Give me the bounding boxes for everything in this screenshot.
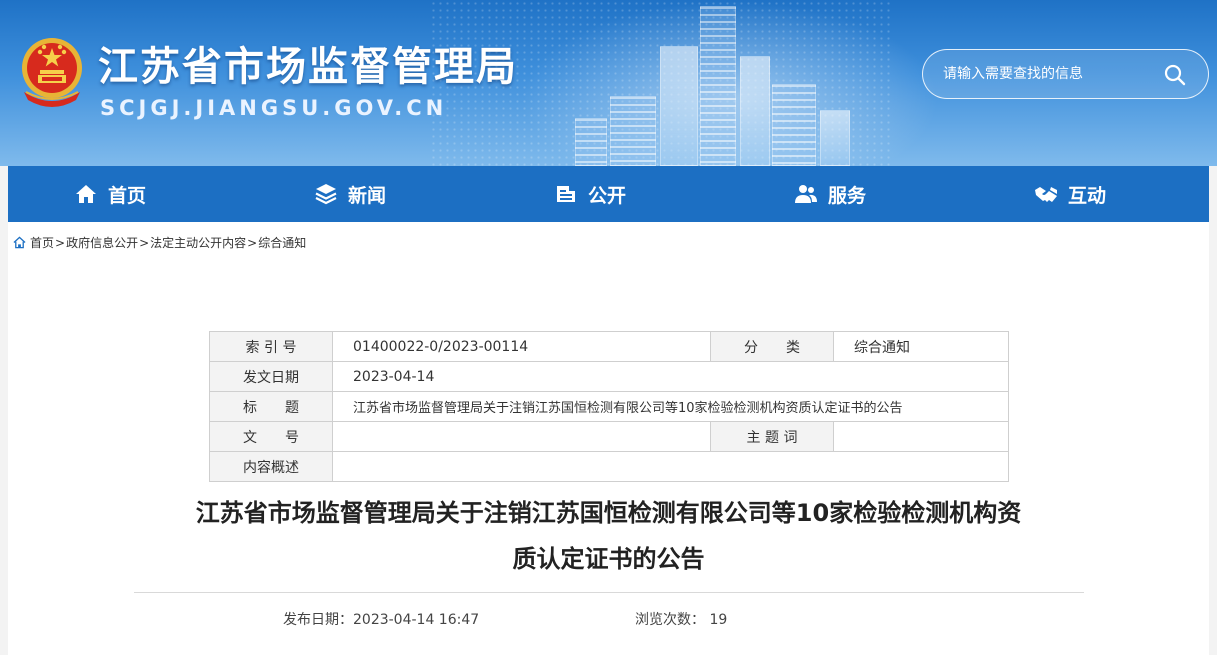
users-icon <box>795 185 817 203</box>
title-label: 标 题 <box>209 391 333 422</box>
layers-icon <box>315 184 337 205</box>
category-label: 分 类 <box>710 331 834 362</box>
table-row: 发文日期 2023-04-14 <box>209 361 1009 392</box>
nav-item-interaction[interactable]: 互动 <box>1034 166 1106 222</box>
disclosure-icon <box>557 186 575 202</box>
publish-date-value: 2023-04-14 16:47 <box>353 612 480 628</box>
search-icon[interactable] <box>1163 63 1187 87</box>
nav-item-home[interactable]: 首页 <box>74 166 146 222</box>
table-row: 文 号 主 题 词 <box>209 421 1009 452</box>
document-meta-table: 索 引 号 01400022-0/2023-00114 分 类 综合通知 发文日… <box>209 331 1009 482</box>
table-row: 内容概述 <box>209 451 1009 482</box>
view-count: 浏览次数： 19 <box>635 609 727 629</box>
table-row: 索 引 号 01400022-0/2023-00114 分 类 综合通知 <box>209 331 1009 362</box>
date-label: 发文日期 <box>209 361 333 392</box>
nav-item-label: 首页 <box>108 184 147 207</box>
breadcrumb-home[interactable]: 首页 <box>30 234 54 251</box>
article-title-line: 质认定证书的公告 <box>512 545 705 573</box>
site-domain: SCJGJ.JIANGSU.GOV.CN <box>100 96 448 120</box>
header-building <box>660 46 698 166</box>
article-title-line: 江苏省市场监督管理局关于注销江苏国恒检测有限公司等10家检验检测机构资 <box>195 499 1022 527</box>
publish-date: 发布日期：2023-04-14 16:47 <box>283 609 479 629</box>
breadcrumb-separator: > <box>55 235 66 250</box>
breadcrumb-gov-info[interactable]: 政府信息公开 <box>66 234 138 251</box>
keywords-value <box>833 421 1009 452</box>
national-emblem-icon <box>22 38 82 107</box>
nav-item-news[interactable]: 新闻 <box>314 166 386 222</box>
header-building <box>575 118 607 166</box>
doc-number-value <box>332 421 711 452</box>
breadcrumb-statutory-content[interactable]: 法定主动公开内容 <box>150 234 246 251</box>
home-icon <box>76 185 96 203</box>
nav-item-label: 服务 <box>828 184 867 207</box>
home-icon <box>13 236 26 249</box>
site-header: 江苏省市场监督管理局 SCJGJ.JIANGSU.GOV.CN <box>0 0 1217 166</box>
date-value: 2023-04-14 <box>332 361 1009 392</box>
breadcrumb-general-notice[interactable]: 综合通知 <box>258 234 306 251</box>
header-building <box>610 96 656 166</box>
category-value: 综合通知 <box>833 331 1009 362</box>
search-input[interactable] <box>943 62 1143 86</box>
nav-item-disclosure[interactable]: 公开 <box>554 166 626 222</box>
main-nav: 首页 新闻 公开 服务 互动 <box>8 166 1209 222</box>
nav-item-label: 公开 <box>588 184 627 207</box>
header-building <box>740 56 770 166</box>
publish-date-label: 发布日期： <box>283 612 353 628</box>
handshake-icon <box>1035 187 1057 202</box>
site-title: 江苏省市场监督管理局 <box>98 44 518 90</box>
article-title: 江苏省市场监督管理局关于注销江苏国恒检测有限公司等10家检验检测机构资 质认定证… <box>68 490 1149 582</box>
breadcrumb: 首页 > 政府信息公开 > 法定主动公开内容 > 综合通知 <box>13 234 306 251</box>
doc-number-label: 文 号 <box>209 421 333 452</box>
view-count-label: 浏览次数： <box>635 612 705 628</box>
nav-item-label: 新闻 <box>348 184 387 207</box>
main-content: 首页 > 政府信息公开 > 法定主动公开内容 > 综合通知 索 引 号 0140… <box>8 222 1209 655</box>
title-value: 江苏省市场监督管理局关于注销江苏国恒检测有限公司等10家检验检测机构资质认定证书… <box>332 391 1009 422</box>
table-row: 标 题 江苏省市场监督管理局关于注销江苏国恒检测有限公司等10家检验检测机构资质… <box>209 391 1009 422</box>
keywords-label: 主 题 词 <box>710 421 834 452</box>
view-count-value: 19 <box>709 612 728 628</box>
summary-label: 内容概述 <box>209 451 333 482</box>
header-building <box>820 110 850 166</box>
breadcrumb-separator: > <box>247 235 258 250</box>
search-box <box>922 49 1209 99</box>
header-building <box>700 6 736 166</box>
title-divider <box>134 592 1084 593</box>
nav-item-label: 互动 <box>1068 184 1107 207</box>
index-label: 索 引 号 <box>209 331 333 362</box>
index-value: 01400022-0/2023-00114 <box>332 331 711 362</box>
breadcrumb-separator: > <box>139 235 150 250</box>
header-building <box>772 84 816 166</box>
nav-item-services[interactable]: 服务 <box>794 166 866 222</box>
summary-value <box>332 451 1009 482</box>
